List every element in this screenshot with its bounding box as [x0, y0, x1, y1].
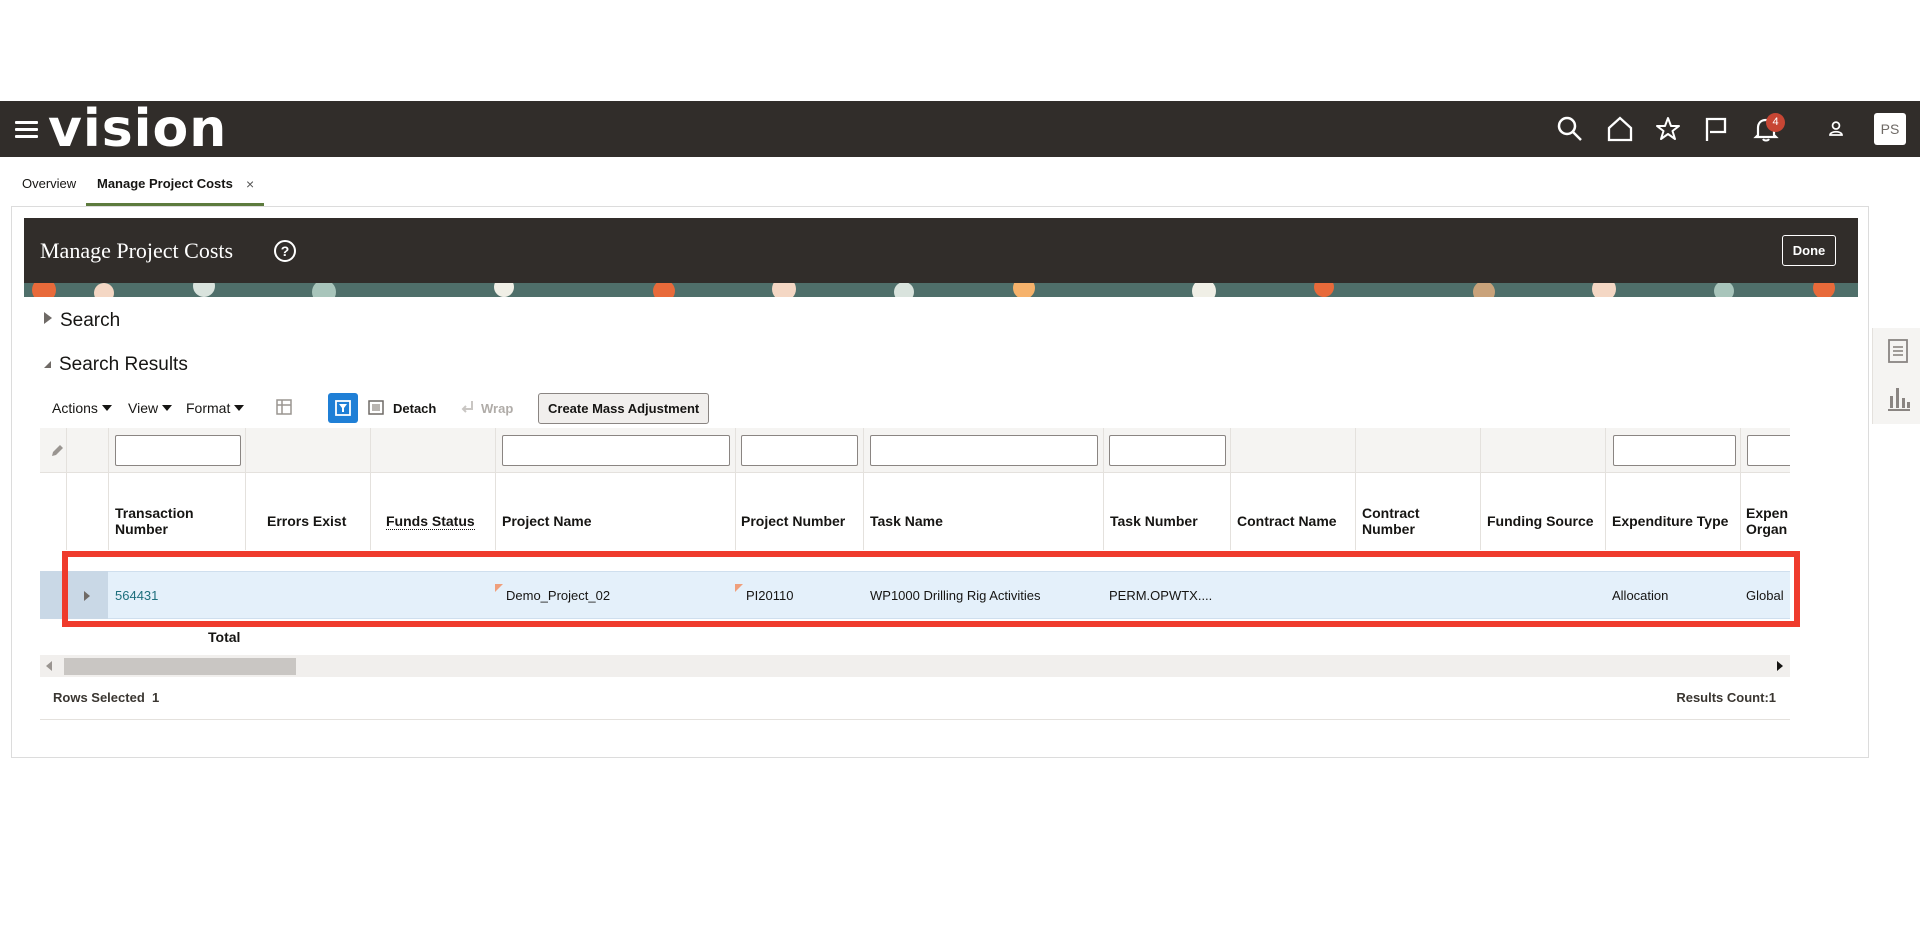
horizontal-scrollbar[interactable] [40, 655, 1790, 677]
global-header: vision 4 PS [0, 101, 1920, 157]
transaction-number-link[interactable]: 564431 [115, 588, 158, 603]
search-section-toggle[interactable]: Search [44, 310, 120, 332]
task-number-filter[interactable] [1109, 435, 1226, 466]
search-icon[interactable] [1556, 115, 1584, 143]
edit-pencil-icon [50, 444, 64, 463]
expenditure-type-filter[interactable] [1613, 435, 1736, 466]
chevron-down-icon [234, 405, 245, 411]
user-avatar[interactable]: PS [1874, 113, 1906, 145]
expenditure-org-filter[interactable] [1747, 435, 1790, 466]
wrap-icon [460, 399, 476, 418]
col-funds-status[interactable]: Funds Status [386, 513, 475, 530]
table-status-bar: Rows Selected 1 Results Count:1 [40, 680, 1790, 720]
home-icon[interactable] [1606, 115, 1634, 143]
chevron-down-icon [101, 405, 112, 411]
view-menu[interactable]: View [128, 400, 173, 416]
col-transaction-number[interactable]: Transaction Number [115, 505, 194, 537]
expenditure-org-cell: Global [1746, 588, 1784, 603]
col-expenditure-type[interactable]: Expenditure Type [1612, 513, 1728, 529]
col-funding-source[interactable]: Funding Source [1487, 513, 1594, 529]
close-tab-icon[interactable]: × [246, 176, 254, 192]
tab-overview[interactable]: Overview [22, 176, 76, 191]
attention-flag-icon [495, 584, 503, 592]
decorative-banner [24, 283, 1858, 297]
results-table: Transaction Number Errors Exist Funds Sta… [40, 428, 1790, 708]
side-panel [1872, 328, 1920, 424]
table-row[interactable]: 564431 Demo_Project_02 PI20110 WP1000 Dr… [40, 571, 1790, 619]
flag-icon[interactable] [1702, 115, 1730, 143]
col-project-number[interactable]: Project Number [741, 513, 845, 529]
expand-icon [44, 312, 52, 324]
search-results-label: Search Results [59, 354, 188, 375]
project-name-cell: Demo_Project_02 [506, 588, 611, 603]
detach-icon[interactable] [368, 398, 386, 419]
help-icon[interactable]: ? [274, 240, 296, 262]
app-logo[interactable]: vision [48, 103, 227, 155]
scroll-left-icon[interactable] [46, 661, 52, 671]
task-number-cell: PERM.OPWTX.... [1109, 588, 1213, 603]
wrap-button[interactable]: Wrap [481, 401, 513, 416]
col-project-name[interactable]: Project Name [502, 513, 591, 529]
expand-row-icon[interactable] [84, 591, 90, 601]
results-count: Results Count:1 [1676, 690, 1776, 705]
transaction-number-filter[interactable] [115, 435, 241, 466]
task-name-filter[interactable] [870, 435, 1098, 466]
notification-badge: 4 [1766, 113, 1785, 132]
format-menu[interactable]: Format [186, 400, 245, 416]
search-results-section-toggle[interactable]: Search Results [44, 354, 188, 376]
filter-row [40, 428, 1790, 473]
results-toolbar: Actions View Format Detach Wrap Create M… [44, 393, 1804, 427]
col-expenditure-organization[interactable]: Expen Organ [1746, 505, 1788, 537]
actions-menu[interactable]: Actions [52, 400, 112, 416]
col-errors-exist[interactable]: Errors Exist [267, 513, 346, 529]
freeze-columns-icon[interactable] [276, 399, 294, 420]
expenditure-type-cell: Allocation [1612, 588, 1669, 603]
project-name-filter[interactable] [502, 435, 730, 466]
create-mass-adjustment-button[interactable]: Create Mass Adjustment [538, 393, 710, 424]
project-number-filter[interactable] [741, 435, 858, 466]
done-button[interactable]: Done [1782, 235, 1836, 266]
task-name-cell: WP1000 Drilling Rig Activities [870, 588, 1041, 603]
tab-manage-project-costs[interactable]: Manage Project Costs [97, 176, 233, 191]
attention-flag-icon [735, 584, 743, 592]
total-label: Total [208, 629, 241, 645]
rows-selected: Rows Selected 1 [53, 690, 160, 705]
menu-icon[interactable] [15, 121, 38, 139]
page-title: Manage Project Costs [40, 238, 234, 263]
favorites-star-icon[interactable] [1654, 115, 1682, 143]
chevron-down-icon [162, 405, 173, 411]
document-icon[interactable] [1887, 338, 1909, 369]
scrollbar-thumb[interactable] [64, 658, 296, 675]
col-task-name[interactable]: Task Name [870, 513, 943, 529]
project-number-cell: PI20110 [746, 588, 794, 603]
analytics-chart-icon[interactable] [1886, 384, 1912, 417]
search-section-label: Search [60, 310, 121, 331]
user-icon[interactable] [1824, 117, 1848, 141]
scroll-right-icon[interactable] [1777, 661, 1783, 671]
col-contract-name[interactable]: Contract Name [1237, 513, 1337, 529]
collapse-icon [44, 361, 51, 368]
col-contract-number[interactable]: Contract Number [1362, 505, 1420, 537]
tab-bar: Overview Manage Project Costs × [0, 170, 1900, 206]
query-by-example-icon[interactable] [328, 393, 358, 423]
row-selector[interactable] [40, 571, 108, 619]
col-task-number[interactable]: Task Number [1110, 513, 1198, 529]
detach-button[interactable]: Detach [393, 401, 436, 416]
